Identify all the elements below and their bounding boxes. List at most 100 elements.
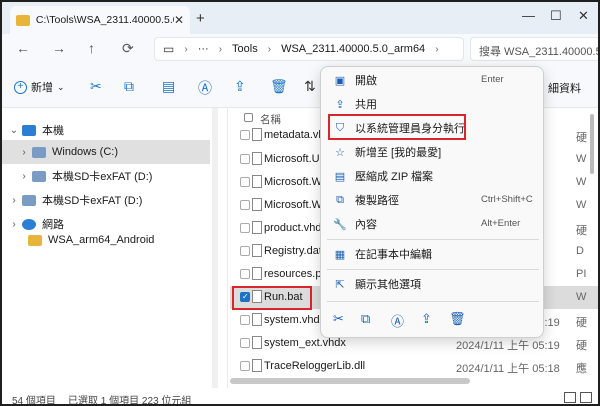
nav-item-label: 本機 (42, 125, 64, 137)
file-icon (252, 313, 262, 326)
more-locations-button[interactable]: ··· (198, 43, 209, 55)
menu-item-label: 內容 (355, 219, 377, 231)
file-type: W (576, 291, 587, 303)
drive-icon (22, 194, 36, 206)
copy-icon[interactable]: ⧉ (361, 311, 370, 327)
row-checkbox[interactable] (240, 269, 250, 279)
breadcrumb-dropdown-icon[interactable]: › (435, 44, 438, 55)
close-window-button[interactable]: ✕ (578, 8, 589, 24)
menu-item-show-more-options[interactable]: ⇱ 顯示其他選項 (321, 273, 545, 295)
delete-icon[interactable]: 🗑 (449, 311, 466, 327)
file-name: system.vhdx (264, 314, 326, 326)
close-tab-icon[interactable]: ✕ (174, 13, 184, 27)
file-icon (252, 175, 262, 188)
sort-icon[interactable]: ⇅ (304, 78, 316, 95)
file-icon (252, 336, 262, 349)
address-input[interactable]: ▭ › ··· › Tools › WSA_2311.40000.5.0_arm… (154, 37, 464, 61)
row-checkbox[interactable] (240, 338, 250, 348)
menu-item-properties[interactable]: 🔧 內容 Alt+Enter (321, 213, 545, 235)
new-button[interactable]: + 新增 ⌄ (14, 79, 65, 95)
menu-shortcut: Ctrl+Shift+C (481, 194, 533, 205)
file-row[interactable]: TraceReloggerLib.dll 2024/1/11 上午 05:18 … (230, 355, 598, 378)
file-icon (252, 359, 262, 372)
rename-icon[interactable]: Ⓐ (198, 78, 212, 98)
file-name: TraceReloggerLib.dll (264, 360, 366, 372)
nav-item-label: Windows (C:) (52, 146, 119, 158)
item-count: 54 個項目 (12, 396, 56, 406)
new-tab-button[interactable]: + (196, 10, 205, 27)
copy-icon[interactable]: ⧉ (124, 78, 134, 95)
nav-scrollbar[interactable] (212, 108, 218, 388)
back-button[interactable]: ← (16, 40, 30, 56)
drive-icon (32, 146, 46, 158)
breadcrumb-tools[interactable]: Tools (232, 43, 258, 55)
menu-item-compress-zip[interactable]: ▤ 壓縮成 ZIP 檔案 (321, 165, 545, 187)
cut-icon[interactable]: ✂ (333, 311, 344, 327)
file-name: Registry.dat (264, 245, 322, 257)
minimize-button[interactable]: — (522, 8, 535, 23)
chevron-right-icon[interactable]: › (16, 171, 32, 182)
more-options-icon: ⇱ (335, 278, 345, 291)
rename-icon[interactable]: Ⓐ (391, 311, 404, 330)
file-name: product.vhdx (264, 222, 327, 234)
zip-icon: ▤ (334, 170, 346, 183)
menu-separator (327, 301, 539, 302)
menu-item-copy-path[interactable]: ⧉ 複製路徑 Ctrl+Shift+C (321, 189, 545, 211)
nav-item-this-pc[interactable]: ⌄ 本機 (2, 118, 210, 142)
delete-icon[interactable]: 🗑 (270, 78, 288, 95)
file-name: system_ext.vhdx (264, 337, 346, 349)
horizontal-scrollbar[interactable] (230, 378, 470, 384)
row-checkbox[interactable] (240, 315, 250, 325)
up-button[interactable]: ↑ (88, 40, 95, 56)
explorer-tab[interactable]: C:\Tools\WSA_2311.40000.5.0_ ✕ (10, 6, 190, 34)
row-checkbox[interactable] (240, 223, 250, 233)
row-checkbox[interactable] (240, 177, 250, 187)
vertical-scrollbar[interactable] (590, 114, 594, 174)
file-icon (252, 267, 262, 280)
file-name: Microsoft.UI. (264, 153, 326, 165)
details-button[interactable]: 細資料 (548, 80, 581, 96)
tiles-view-icon[interactable] (580, 392, 592, 403)
file-icon (252, 244, 262, 257)
context-menu-action-bar: ✂ ⧉ Ⓐ ⇪ 🗑 (321, 307, 545, 333)
open-icon: ▣ (334, 74, 346, 87)
row-checkbox[interactable] (240, 246, 250, 256)
file-date: 2024/1/11 上午 05:18 (456, 363, 560, 375)
context-menu: ▣ 開啟 Enter ⇪ 共用 ⛉ 以系統管理員身分執行 ☆ 新增至 [我的最愛… (320, 66, 544, 338)
nav-item-sd-card-2[interactable]: › 本機SD卡exFAT (D:) (2, 188, 210, 212)
star-icon: ☆ (335, 146, 345, 159)
row-checkbox[interactable] (240, 130, 250, 140)
refresh-button[interactable]: ⟳ (122, 40, 134, 57)
row-checkbox[interactable] (240, 154, 250, 164)
nav-item-windows-c[interactable]: › Windows (C:) (2, 140, 210, 164)
nav-item-wsa-folder[interactable]: WSA_arm64_Android (2, 228, 210, 252)
file-type: 硬 (576, 317, 587, 329)
menu-item-edit-notepad[interactable]: ▦ 在記事本中編輯 (321, 243, 545, 265)
pc-icon (22, 124, 36, 136)
chevron-right-icon[interactable]: › (6, 195, 22, 206)
forward-button[interactable]: → (52, 40, 66, 56)
details-view-icon[interactable] (564, 392, 576, 403)
share-icon[interactable]: ⇪ (234, 78, 246, 95)
maximize-button[interactable]: ☐ (550, 8, 562, 24)
paste-icon[interactable]: ▤ (162, 78, 175, 95)
row-checkbox[interactable] (240, 361, 250, 371)
menu-item-label: 開啟 (355, 75, 377, 87)
nav-item-sd-card-1[interactable]: › 本機SD卡exFAT (D:) (2, 164, 210, 188)
breadcrumb-separator: › (218, 43, 223, 55)
cut-icon[interactable]: ✂ (90, 78, 102, 95)
file-name: resources.pri (264, 268, 328, 280)
share-icon[interactable]: ⇪ (421, 311, 432, 327)
menu-item-share[interactable]: ⇪ 共用 (321, 93, 545, 115)
row-checkbox[interactable] (240, 200, 250, 210)
search-input[interactable]: 搜尋 WSA_2311.40000.5.0_arm64 (470, 37, 598, 61)
chevron-down-icon[interactable]: ⌄ (6, 125, 22, 136)
chevron-right-icon[interactable]: › (16, 147, 32, 158)
menu-item-label: 共用 (355, 99, 377, 111)
menu-item-label: 新增至 [我的最愛] (355, 147, 442, 159)
file-type: W (576, 153, 587, 165)
menu-item-add-favorites[interactable]: ☆ 新增至 [我的最愛] (321, 141, 545, 163)
menu-item-open[interactable]: ▣ 開啟 Enter (321, 69, 545, 91)
breadcrumb-wsa[interactable]: WSA_2311.40000.5.0_arm64 (281, 43, 425, 55)
select-all-checkbox[interactable] (244, 113, 253, 122)
